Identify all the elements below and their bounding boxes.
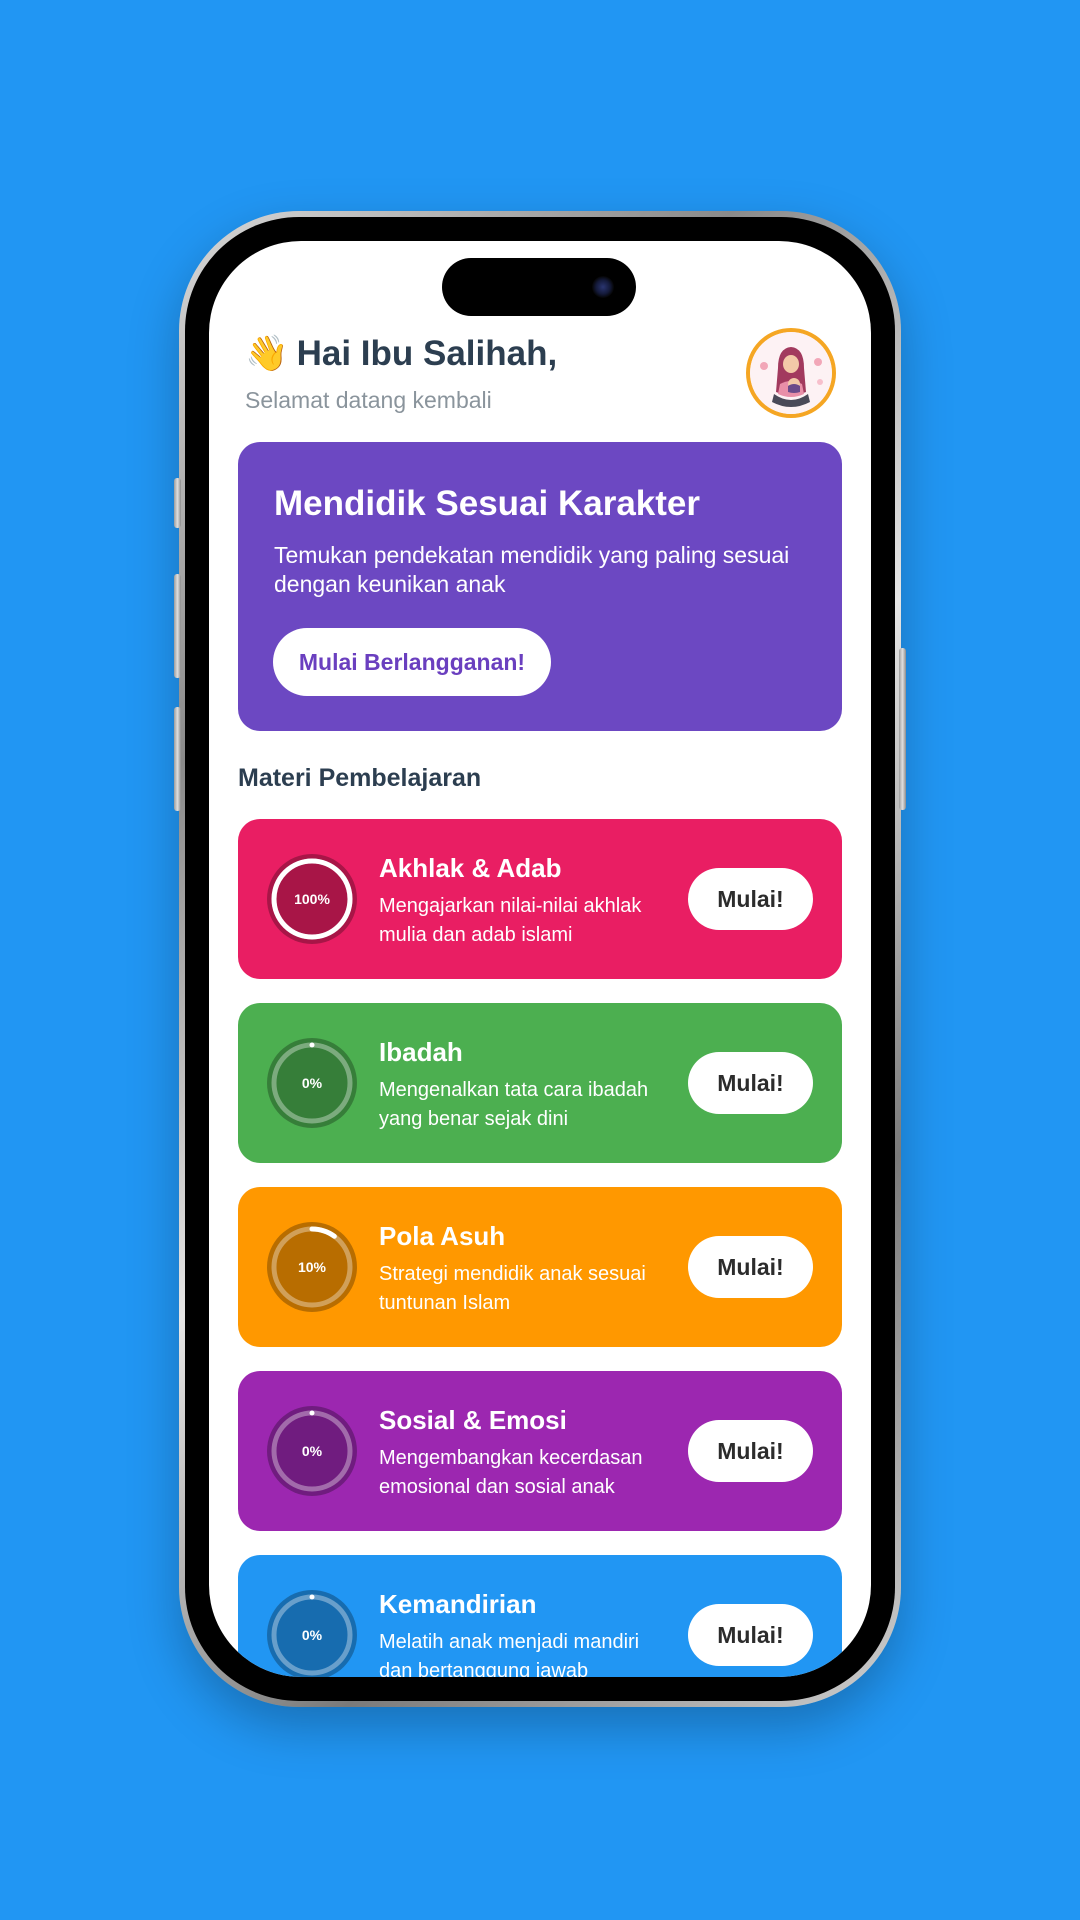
progress-ring: 100%: [267, 854, 357, 944]
power-button: [899, 648, 906, 810]
banner-description: Temukan pendekatan mendidik yang paling …: [274, 542, 790, 597]
course-card[interactable]: 0% Ibadah Mengenalkan tata cara ibadah yan…: [238, 1003, 842, 1163]
start-course-button[interactable]: Mulai!: [688, 868, 813, 930]
greeting-title: 👋 Hai Ibu Salihah,: [245, 333, 557, 374]
course-card[interactable]: 0% Kemandirian Melatih anak menjadi mandir…: [238, 1555, 842, 1677]
progress-ring: 0%: [267, 1406, 357, 1496]
course-description: Mengenalkan tata cara ibadah yang benar …: [379, 1079, 649, 1130]
progress-label: 0%: [301, 1075, 323, 1091]
course-description: Strategi mendidik anak sesuai tuntunan I…: [379, 1263, 646, 1314]
progress-ring: 10%: [267, 1222, 357, 1312]
course-description: Mengembangkan kecerdasan emosional dan s…: [379, 1447, 643, 1498]
avatar[interactable]: [746, 328, 836, 418]
camera-icon: [592, 276, 614, 298]
banner-title: Mendidik Sesuai Karakter: [274, 484, 700, 523]
progress-label: 0%: [301, 1443, 323, 1459]
progress-ring: 0%: [267, 1590, 357, 1677]
progress-ring: 0%: [267, 1038, 357, 1128]
start-course-button[interactable]: Mulai!: [688, 1052, 813, 1114]
course-description: Mengajarkan nilai-nilai akhlak mulia dan…: [379, 895, 642, 946]
course-title: Kemandirian: [379, 1589, 537, 1619]
course-title: Akhlak & Adab: [379, 853, 562, 883]
section-title: Materi Pembelajaran: [238, 764, 482, 792]
start-course-button[interactable]: Mulai!: [688, 1420, 813, 1482]
start-course-button[interactable]: Mulai!: [688, 1236, 813, 1298]
action-button: [174, 478, 181, 528]
course-card[interactable]: 100% Akhlak & Adab Mengajarkan nilai-nilai…: [238, 819, 842, 979]
subscribe-button[interactable]: Mulai Berlangganan!: [273, 628, 551, 696]
course-description: Melatih anak menjadi mandiri dan bertang…: [379, 1631, 640, 1677]
progress-label: 10%: [297, 1259, 327, 1275]
start-course-button[interactable]: Mulai!: [688, 1604, 813, 1666]
mother-child-avatar-icon: [750, 332, 832, 414]
dynamic-island: [442, 258, 636, 316]
course-card[interactable]: 10% Pola Asuh Strategi mendidik anak sesua…: [238, 1187, 842, 1347]
progress-label: 0%: [301, 1627, 323, 1643]
course-title: Pola Asuh: [379, 1221, 506, 1251]
course-title: Ibadah: [379, 1037, 463, 1067]
greeting-subtitle: Selamat datang kembali: [245, 387, 492, 413]
greeting-text: Hai Ibu Salihah,: [296, 334, 558, 373]
progress-label: 100%: [294, 891, 330, 907]
volume-down-button: [174, 707, 181, 811]
app-screen: 👋 Hai Ibu Salihah, Selamat datang kembali…: [209, 241, 871, 1677]
subscription-banner: Mendidik Sesuai Karakter Temukan pendeka…: [238, 442, 842, 731]
course-card[interactable]: 0% Sosial & Emosi Mengembangkan kecerdasan…: [238, 1371, 842, 1531]
volume-up-button: [174, 574, 181, 678]
waving-hand-icon: 👋: [245, 334, 289, 374]
course-title: Sosial & Emosi: [379, 1405, 567, 1435]
